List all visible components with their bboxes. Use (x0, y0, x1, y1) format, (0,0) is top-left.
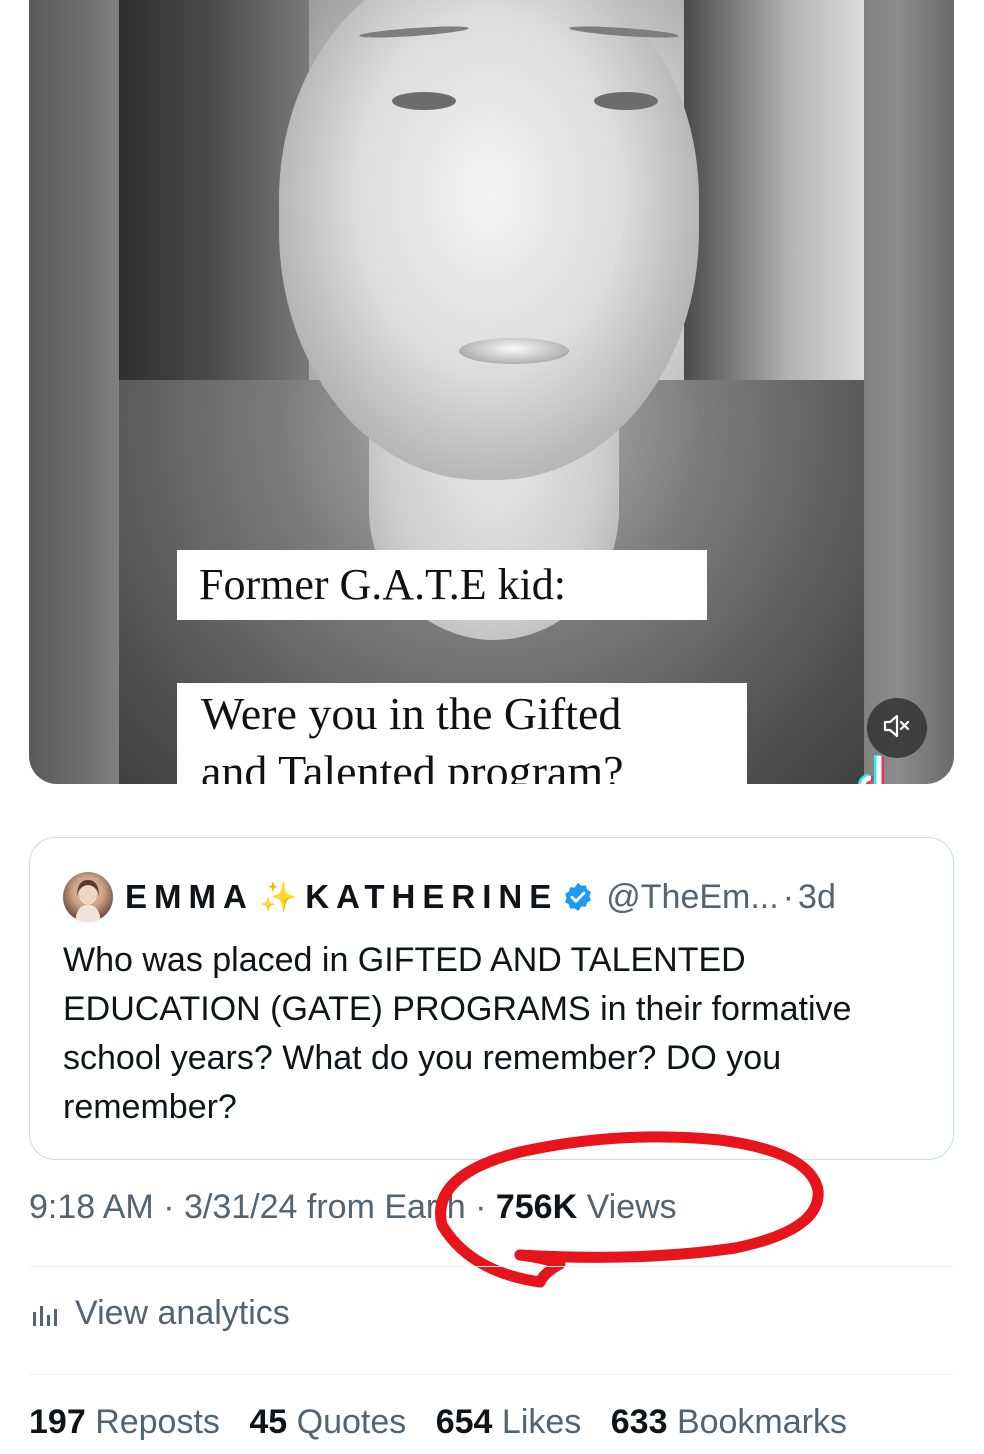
quoted-handle[interactable]: @TheEm... (606, 878, 778, 917)
video-eye-right (594, 92, 658, 110)
video-eye-left (392, 92, 456, 110)
header-separator: · (782, 877, 795, 916)
bar-chart-icon (29, 1298, 61, 1330)
views-count[interactable]: 756K (496, 1188, 577, 1226)
view-analytics-link[interactable]: View analytics (29, 1294, 290, 1333)
avatar[interactable] (63, 872, 113, 922)
tweet-video[interactable]: Former G.A.T.E kid: Were you in the Gift… (29, 0, 954, 784)
divider-1 (29, 1266, 954, 1267)
bookmarks-stat[interactable]: 633 Bookmarks (611, 1403, 847, 1441)
video-face (279, 0, 699, 480)
sparkle-icon: ✨ (259, 880, 298, 914)
quoted-age[interactable]: 3d (798, 878, 836, 917)
video-caption-2-line-2: and Talented program? (201, 746, 624, 784)
video-mouth (459, 338, 569, 364)
likes-label: Likes (501, 1403, 582, 1441)
volume-mute-icon (882, 712, 912, 745)
tiktok-icon (855, 752, 899, 784)
reposts-count: 197 (29, 1403, 86, 1441)
video-caption-1: Former G.A.T.E kid: (177, 550, 707, 620)
quoted-tweet[interactable]: EMMA ✨ KATHERINE @TheEm... · 3d Who was … (29, 837, 954, 1160)
meta-separator: · (163, 1188, 175, 1226)
divider-2 (29, 1374, 954, 1375)
video-frame (119, 0, 864, 784)
view-analytics-label: View analytics (75, 1294, 290, 1332)
quotes-count: 45 (249, 1403, 288, 1441)
tweet-source: from Earth (306, 1188, 466, 1226)
quotes-label: Quotes (296, 1403, 407, 1441)
quoted-tweet-text: Who was placed in GIFTED AND TALENTED ED… (63, 941, 852, 1126)
likes-stat[interactable]: 654 Likes (436, 1403, 582, 1441)
likes-count: 654 (435, 1403, 493, 1441)
views-label[interactable]: Views (587, 1188, 677, 1226)
meta-separator-2: · (475, 1188, 487, 1226)
mute-button[interactable] (867, 698, 927, 758)
quotes-stat[interactable]: 45 Quotes (249, 1403, 406, 1441)
tweet-date[interactable]: 3/31/24 (184, 1188, 297, 1226)
engagement-stats: 197 Reposts 45 Quotes 654 Likes 633 Book… (29, 1403, 867, 1442)
bookmarks-label: Bookmarks (676, 1403, 847, 1441)
quoted-display-name[interactable]: EMMA (125, 878, 254, 916)
tweet-time[interactable]: 9:18 AM (29, 1188, 154, 1226)
video-caption-2: Were you in the Gifted and Talented prog… (177, 683, 747, 784)
video-caption-2-line-1: Were you in the Gifted (201, 688, 622, 739)
bookmarks-count: 633 (610, 1403, 668, 1441)
verified-badge-icon (562, 881, 594, 913)
tweet-meta: 9:18 AM · 3/31/24 from Earth · 756K View… (29, 1188, 677, 1227)
reposts-label: Reposts (95, 1403, 220, 1441)
quoted-display-name-2[interactable]: KATHERINE (305, 878, 558, 916)
quoted-tweet-header: EMMA ✨ KATHERINE @TheEm... · 3d (63, 872, 943, 922)
reposts-stat[interactable]: 197 Reposts (29, 1403, 220, 1441)
